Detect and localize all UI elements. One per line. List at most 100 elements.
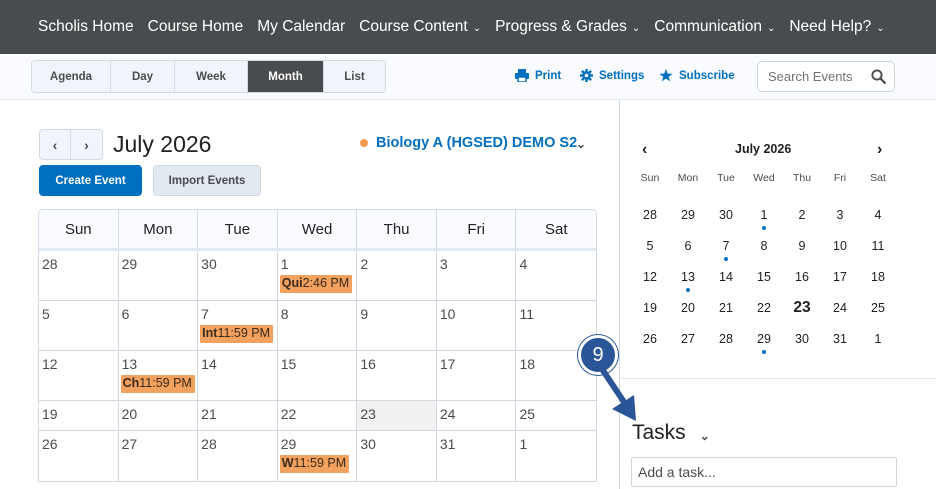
mini-calendar-day[interactable]: 16 (783, 264, 821, 295)
mini-calendar-day[interactable]: 21 (707, 295, 745, 326)
mini-calendar-day[interactable]: 20 (669, 295, 707, 326)
nav-item-course-home[interactable]: Course Home (148, 18, 244, 36)
view-list-button[interactable]: List (324, 61, 385, 92)
nav-item-need-help[interactable]: Need Help? ⌄ (789, 18, 884, 36)
calendar-day-cell[interactable]: 23 (357, 401, 437, 430)
mini-calendar-day[interactable]: 11 (859, 233, 897, 264)
mini-calendar-day[interactable]: 1 (859, 326, 897, 357)
view-week-button[interactable]: Week (175, 61, 248, 92)
calendar-day-cell[interactable]: 24 (437, 401, 517, 430)
calendar-day-cell[interactable]: 2 (357, 251, 437, 300)
mini-calendar-day[interactable]: 26 (631, 326, 669, 357)
course-selector[interactable]: Biology A (HGSED) DEMO S2 (360, 135, 577, 151)
mini-calendar-day[interactable]: 1 (745, 202, 783, 233)
create-event-button[interactable]: Create Event (39, 165, 142, 196)
mini-calendar-day[interactable]: 18 (859, 264, 897, 295)
mini-calendar-day[interactable]: 24 (821, 295, 859, 326)
mini-calendar-day[interactable]: 28 (631, 202, 669, 233)
mini-calendar-day[interactable]: 9 (783, 233, 821, 264)
calendar-day-cell[interactable]: 26 (39, 431, 119, 481)
mini-calendar-day[interactable]: 19 (631, 295, 669, 326)
nav-item-scholis-home[interactable]: Scholis Home (38, 18, 134, 36)
calendar-day-cell[interactable]: 20 (119, 401, 199, 430)
nav-item-progress-grades[interactable]: Progress & Grades ⌄ (495, 18, 640, 36)
nav-item-course-content[interactable]: Course Content ⌄ (359, 18, 481, 36)
mini-calendar-day[interactable]: 31 (821, 326, 859, 357)
calendar-day-cell[interactable]: 31 (437, 431, 517, 481)
mini-calendar-day[interactable]: 10 (821, 233, 859, 264)
calendar-day-cell[interactable]: 21 (198, 401, 278, 430)
view-day-button[interactable]: Day (111, 61, 175, 92)
calendar-day-cell[interactable]: 5 (39, 301, 119, 350)
chevron-down-icon[interactable]: ⌄ (576, 137, 586, 151)
calendar-day-cell[interactable]: 4 (516, 251, 596, 300)
mini-calendar-day[interactable]: 3 (821, 202, 859, 233)
calendar-day-cell[interactable]: 7 Int11:59 PM (198, 301, 278, 350)
calendar-day-cell[interactable]: 3 (437, 251, 517, 300)
mini-calendar-day[interactable]: 27 (669, 326, 707, 357)
mini-calendar-day[interactable]: 25 (859, 295, 897, 326)
calendar-day-cell[interactable]: 6 (119, 301, 199, 350)
event-indicator-dot (762, 226, 766, 230)
nav-item-my-calendar[interactable]: My Calendar (257, 18, 345, 36)
calendar-day-cell[interactable]: 27 (119, 431, 199, 481)
calendar-event[interactable]: W11:59 PM (279, 455, 350, 473)
mini-calendar-day[interactable]: 14 (707, 264, 745, 295)
mini-calendar-day[interactable]: 23 (783, 295, 821, 326)
mini-calendar-day[interactable]: 2 (783, 202, 821, 233)
calendar-day-cell[interactable]: 13 Ch11:59 PM (119, 351, 199, 400)
mini-day-number: 27 (681, 332, 695, 346)
calendar-day-cell[interactable]: 28 (39, 251, 119, 300)
mini-calendar-day[interactable]: 22 (745, 295, 783, 326)
calendar-day-cell[interactable]: 8 (278, 301, 358, 350)
calendar-day-cell[interactable]: 10 (437, 301, 517, 350)
view-month-button[interactable]: Month (248, 61, 324, 92)
calendar-day-cell[interactable]: 12 (39, 351, 119, 400)
subscribe-button[interactable]: Subscribe (659, 69, 735, 82)
mini-calendar-day[interactable]: 28 (707, 326, 745, 357)
mini-calendar-next-button[interactable]: › (877, 141, 882, 159)
calendar-day-cell[interactable]: 9 (357, 301, 437, 350)
calendar-day-cell[interactable]: 29 (119, 251, 199, 300)
next-month-button[interactable]: › (71, 130, 102, 159)
search-input[interactable] (768, 69, 863, 84)
calendar-day-cell[interactable]: 1 (516, 431, 596, 481)
add-task-input[interactable] (631, 457, 897, 487)
mini-calendar-day[interactable]: 17 (821, 264, 859, 295)
mini-calendar-day[interactable]: 8 (745, 233, 783, 264)
search-icon[interactable] (871, 69, 886, 84)
calendar-event[interactable]: Qui2:46 PM (279, 275, 353, 293)
import-events-button[interactable]: Import Events (153, 165, 261, 196)
mini-calendar-day[interactable]: 12 (631, 264, 669, 295)
calendar-day-cell[interactable]: 17 (437, 351, 517, 400)
calendar-day-cell[interactable]: 16 (357, 351, 437, 400)
calendar-day-cell[interactable]: 14 (198, 351, 278, 400)
calendar-day-cell[interactable]: 19 (39, 401, 119, 430)
mini-calendar-day[interactable]: 29 (669, 202, 707, 233)
mini-calendar-day[interactable]: 7 (707, 233, 745, 264)
mini-calendar-day[interactable]: 4 (859, 202, 897, 233)
calendar-day-cell[interactable]: 25 (516, 401, 596, 430)
calendar-day-cell[interactable]: 30 (198, 251, 278, 300)
view-agenda-button[interactable]: Agenda (32, 61, 111, 92)
calendar-day-cell[interactable]: 28 (198, 431, 278, 481)
mini-calendar-day[interactable]: 13 (669, 264, 707, 295)
mini-calendar-day[interactable]: 15 (745, 264, 783, 295)
calendar-day-cell[interactable]: 30 (357, 431, 437, 481)
print-button[interactable]: Print (515, 69, 561, 82)
mini-calendar-day[interactable]: 6 (669, 233, 707, 264)
calendar-event[interactable]: Int11:59 PM (200, 325, 274, 343)
mini-calendar-previous-button[interactable]: ‹ (642, 141, 647, 159)
calendar-day-cell[interactable]: 22 (278, 401, 358, 430)
calendar-day-cell[interactable]: 29 W11:59 PM (278, 431, 358, 481)
mini-calendar-day[interactable]: 29 (745, 326, 783, 357)
calendar-day-cell[interactable]: 15 (278, 351, 358, 400)
calendar-day-cell[interactable]: 1 Qui2:46 PM (278, 251, 358, 300)
settings-button[interactable]: Settings (580, 69, 644, 82)
mini-calendar-day[interactable]: 30 (783, 326, 821, 357)
mini-calendar-day[interactable]: 5 (631, 233, 669, 264)
calendar-event[interactable]: Ch11:59 PM (120, 375, 195, 393)
previous-month-button[interactable]: ‹ (40, 130, 71, 159)
nav-item-communication[interactable]: Communication ⌄ (654, 18, 775, 36)
mini-calendar-day[interactable]: 30 (707, 202, 745, 233)
